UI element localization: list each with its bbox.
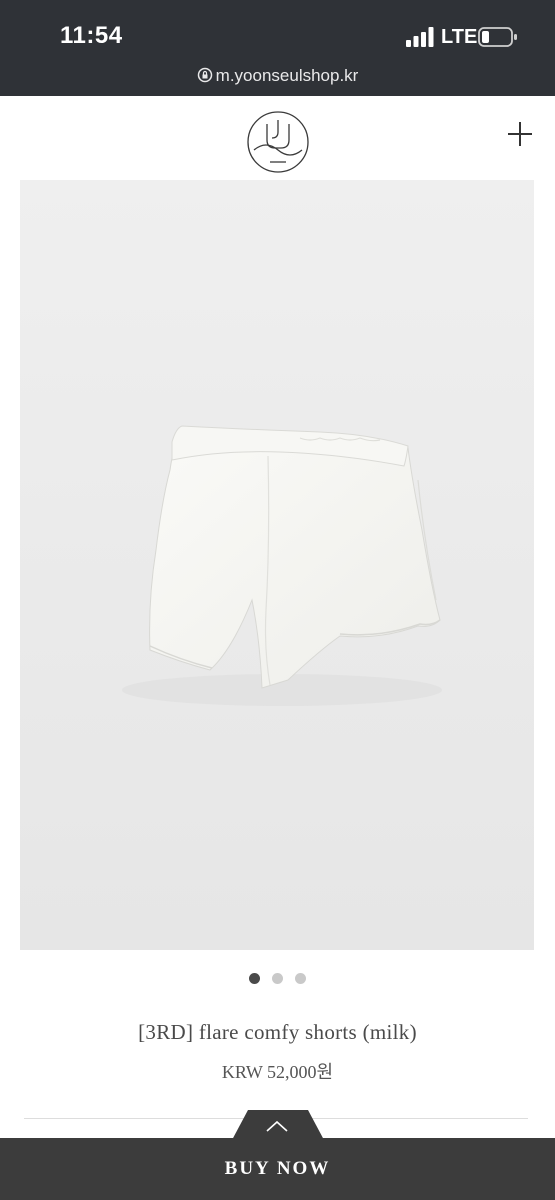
chevron-up-icon[interactable] [265, 1118, 289, 1134]
url-text: m.yoonseulshop.kr [215, 66, 359, 85]
status-time: 11:54 [60, 22, 123, 49]
brand-logo[interactable] [246, 110, 310, 174]
pagination-dot-3[interactable] [295, 973, 306, 984]
pagination-dot-2[interactable] [272, 973, 283, 984]
address-bar[interactable]: m.yoonseulshop.kr [0, 66, 555, 86]
lock-icon [197, 67, 212, 83]
product-image-gallery[interactable] [20, 180, 534, 950]
product-price: KRW 52,000원 [221, 1062, 334, 1082]
product-name: [3RD] flare comfy shorts (milk) [138, 1020, 417, 1044]
signal-icon [406, 27, 434, 47]
network-label: LTE [441, 26, 478, 48]
pagination-dot-1[interactable] [249, 973, 260, 984]
buy-now-label[interactable]: BUY NOW [0, 1158, 555, 1180]
product-photo [20, 180, 534, 950]
battery-icon [478, 27, 517, 47]
status-bar: 11:54 LTE m.yoonseulshop.kr [0, 0, 555, 96]
gallery-pagination [0, 973, 555, 987]
plus-icon[interactable] [506, 120, 534, 148]
